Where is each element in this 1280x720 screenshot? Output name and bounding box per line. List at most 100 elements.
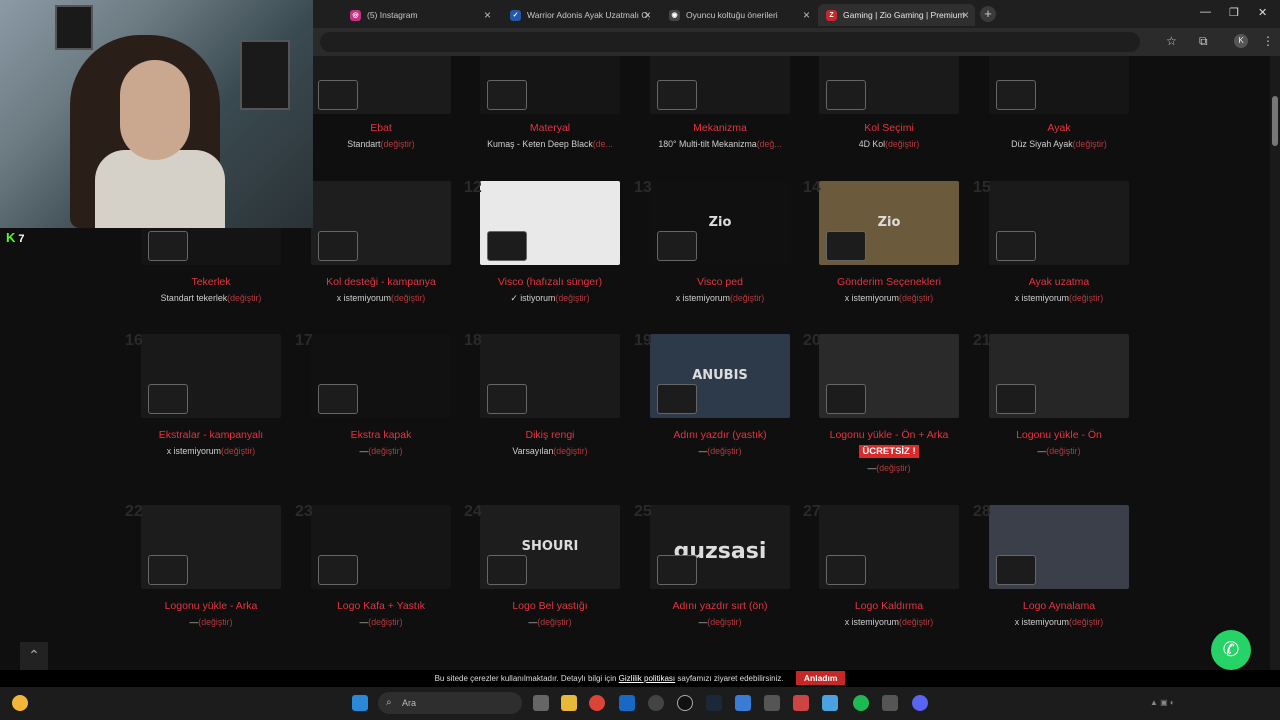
- start-icon[interactable]: [352, 695, 368, 711]
- option-thumbnail[interactable]: [311, 334, 451, 418]
- change-link[interactable]: (de...: [593, 139, 613, 149]
- change-link[interactable]: (değiştir): [553, 446, 587, 456]
- option-thumbnail[interactable]: Zio: [650, 181, 790, 265]
- variant-swatch[interactable]: [996, 555, 1036, 585]
- change-link[interactable]: (değiştir): [1073, 139, 1107, 149]
- variant-swatch[interactable]: [148, 555, 188, 585]
- variant-swatch[interactable]: [148, 231, 188, 261]
- variant-swatch[interactable]: [318, 80, 358, 110]
- option-title[interactable]: Logonu yükle - Arka: [126, 600, 296, 612]
- close-icon[interactable]: ×: [803, 8, 810, 22]
- privacy-policy-link[interactable]: Gizlilik politikası: [619, 674, 675, 683]
- option-thumbnail[interactable]: [480, 181, 620, 265]
- option-title[interactable]: Kol desteği - kampanya: [296, 276, 466, 288]
- github-icon[interactable]: [648, 695, 664, 711]
- scrollbar-thumb[interactable]: [1272, 96, 1278, 146]
- variant-swatch[interactable]: [826, 231, 866, 261]
- tab-oyuncu-koltugu[interactable]: ◉ Oyuncu koltuğu önerileri ×: [661, 4, 816, 26]
- obs-icon[interactable]: [677, 695, 693, 711]
- option-title[interactable]: Logo Kafa + Yastık: [296, 600, 466, 612]
- notes-icon[interactable]: [822, 695, 838, 711]
- variant-swatch[interactable]: [657, 80, 697, 110]
- option-thumbnail[interactable]: [989, 56, 1129, 114]
- option-thumbnail[interactable]: [989, 505, 1129, 589]
- spotify-icon[interactable]: [853, 695, 869, 711]
- change-link[interactable]: (değ...: [757, 139, 782, 149]
- change-link[interactable]: (değiştir): [899, 617, 933, 627]
- option-title[interactable]: Logonu yükle - Ön: [974, 429, 1144, 441]
- change-link[interactable]: (değiştir): [391, 293, 425, 303]
- tab-instagram[interactable]: ◎ (5) Instagram ×: [342, 4, 497, 26]
- change-link[interactable]: (değiştir): [368, 617, 402, 627]
- option-title[interactable]: Logo Bel yastığı: [465, 600, 635, 612]
- tab-zio-gaming[interactable]: Z Gaming | Zio Gaming | Premium ×: [818, 4, 975, 26]
- change-link[interactable]: (değiştir): [885, 139, 919, 149]
- variant-swatch[interactable]: [657, 555, 697, 585]
- option-thumbnail[interactable]: [311, 181, 451, 265]
- variant-swatch[interactable]: [318, 231, 358, 261]
- discord-icon[interactable]: [912, 695, 928, 711]
- option-title[interactable]: Logo Kaldırma: [804, 600, 974, 612]
- option-title[interactable]: Logo Aynalama: [974, 600, 1144, 612]
- option-thumbnail[interactable]: Zio: [819, 181, 959, 265]
- change-link[interactable]: (değiştir): [1069, 617, 1103, 627]
- change-link[interactable]: (değiştir): [1046, 446, 1080, 456]
- change-link[interactable]: (değiştir): [198, 617, 232, 627]
- option-thumbnail[interactable]: [989, 334, 1129, 418]
- option-thumbnail[interactable]: [480, 334, 620, 418]
- maximize-icon[interactable]: ❐: [1229, 6, 1239, 19]
- option-title[interactable]: Mekanizma: [635, 122, 805, 134]
- option-thumbnail[interactable]: [141, 334, 281, 418]
- option-title[interactable]: Materyal: [465, 122, 635, 134]
- change-link[interactable]: (değiştir): [899, 293, 933, 303]
- app-icon[interactable]: [882, 695, 898, 711]
- change-link[interactable]: (değiştir): [227, 293, 261, 303]
- option-title[interactable]: Kol Seçimi: [804, 122, 974, 134]
- scroll-to-top-button[interactable]: ⌃: [20, 642, 48, 670]
- minimize-icon[interactable]: —: [1200, 6, 1211, 18]
- close-icon[interactable]: ×: [644, 8, 651, 22]
- variant-swatch[interactable]: [487, 384, 527, 414]
- tab-warrior-adonis[interactable]: ✓ Warrior Adonis Ayak Uzatmalı Oyu ×: [502, 4, 657, 26]
- whatsapp-icon[interactable]: ✆: [1211, 630, 1251, 670]
- profile-avatar[interactable]: K: [1234, 34, 1248, 48]
- change-link[interactable]: (değiştir): [876, 463, 910, 473]
- variant-swatch[interactable]: [487, 231, 527, 261]
- option-thumbnail[interactable]: [480, 56, 620, 114]
- chrome-icon[interactable]: [589, 695, 605, 711]
- address-bar[interactable]: [320, 32, 1140, 52]
- option-thumbnail[interactable]: [311, 505, 451, 589]
- variant-swatch[interactable]: [487, 555, 527, 585]
- option-thumbnail[interactable]: ANUBIS: [650, 334, 790, 418]
- option-title[interactable]: Adını yazdır sırt (ön): [635, 600, 805, 612]
- close-icon[interactable]: ×: [484, 8, 491, 22]
- close-icon[interactable]: ×: [962, 8, 969, 22]
- variant-swatch[interactable]: [657, 231, 697, 261]
- option-thumbnail[interactable]: [650, 56, 790, 114]
- option-title[interactable]: Visco (hafızalı sünger): [465, 276, 635, 288]
- change-link[interactable]: (değiştir): [368, 446, 402, 456]
- option-title[interactable]: Gönderim Seçenekleri: [804, 276, 974, 288]
- mail-icon[interactable]: [619, 695, 635, 711]
- option-title[interactable]: Ekstralar - kampanyalı: [126, 429, 296, 441]
- menu-icon[interactable]: ⋮: [1262, 34, 1274, 48]
- change-link[interactable]: (değiştir): [555, 293, 589, 303]
- option-title[interactable]: Ayak: [974, 122, 1144, 134]
- variant-swatch[interactable]: [657, 384, 697, 414]
- variant-swatch[interactable]: [826, 384, 866, 414]
- variant-swatch[interactable]: [318, 384, 358, 414]
- option-title[interactable]: Dikiş rengi: [465, 429, 635, 441]
- new-tab-button[interactable]: +: [980, 6, 996, 22]
- change-link[interactable]: (değiştir): [730, 293, 764, 303]
- option-title[interactable]: Visco ped: [635, 276, 805, 288]
- option-title[interactable]: Adını yazdır (yastık): [635, 429, 805, 441]
- close-window-icon[interactable]: ✕: [1258, 6, 1267, 19]
- option-title[interactable]: Logonu yükle - Ön + Arka: [804, 429, 974, 441]
- steam-icon[interactable]: [706, 695, 722, 711]
- change-link[interactable]: (değiştir): [707, 446, 741, 456]
- option-thumbnail[interactable]: [311, 56, 451, 114]
- system-tray[interactable]: ▲ ▣ ◐: [1150, 698, 1175, 707]
- taskbar-search[interactable]: ⌕ Ara: [378, 692, 522, 714]
- widgets-icon[interactable]: [12, 695, 28, 711]
- variant-swatch[interactable]: [996, 80, 1036, 110]
